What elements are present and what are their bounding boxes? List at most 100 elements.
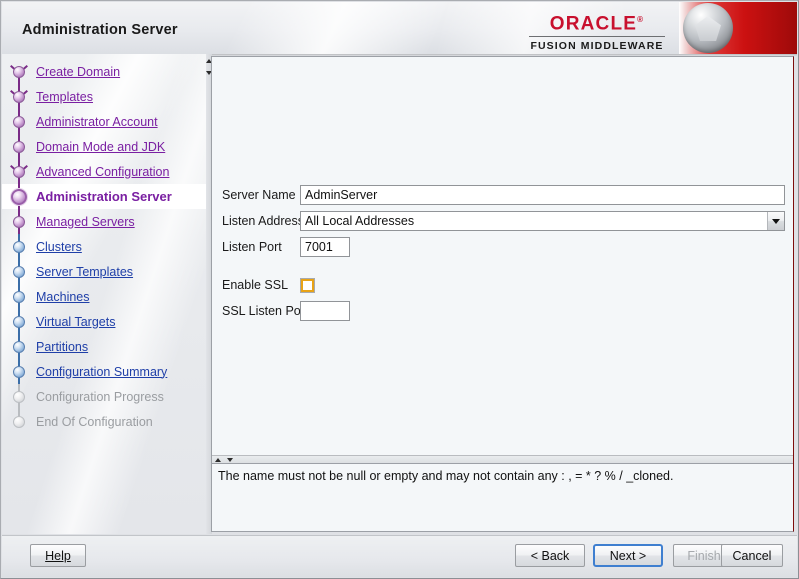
page-title: Administration Server	[22, 22, 178, 38]
sidebar-item-machines[interactable]: Machines	[2, 284, 206, 309]
step-connector	[2, 334, 36, 359]
form-area: Server Name Listen Address All Local Add…	[212, 57, 793, 455]
step-node-active-icon	[11, 189, 27, 205]
next-button[interactable]: Next >	[593, 544, 663, 567]
step-node-icon	[13, 241, 25, 253]
sidebar-item-configuration-progress: Configuration Progress	[2, 384, 206, 409]
next-button-label: Next >	[609, 548, 647, 563]
chevron-down-icon	[772, 218, 780, 224]
step-node-icon	[13, 391, 25, 403]
admin-server-form: Server Name Listen Address All Local Add…	[222, 182, 785, 324]
sidebar-item-label: Advanced Configuration	[36, 164, 170, 179]
ssl-listen-port-row: SSL Listen Port	[222, 298, 785, 324]
server-name-input[interactable]	[300, 185, 785, 205]
step-node-icon	[13, 291, 25, 303]
sidebar-item-label: Server Templates	[36, 264, 134, 279]
listen-address-dropdown-button[interactable]	[767, 212, 784, 230]
listen-address-value: All Local Addresses	[305, 214, 415, 228]
sidebar-item-virtual-targets[interactable]: Virtual Targets	[2, 309, 206, 334]
hint-arrow-down-icon[interactable]	[227, 458, 233, 462]
server-name-row: Server Name	[222, 182, 785, 208]
step-node-icon	[13, 141, 25, 153]
hint-message: The name must not be null or empty and m…	[218, 469, 674, 483]
ssl-listen-port-label: SSL Listen Port	[222, 304, 309, 318]
step-connector	[2, 184, 36, 209]
back-button-label: < Back	[530, 548, 570, 563]
step-node-icon	[13, 316, 25, 328]
help-button[interactable]: Help	[30, 544, 86, 567]
listen-port-row: Listen Port	[222, 234, 785, 260]
enable-ssl-row: Enable SSL	[222, 272, 785, 298]
step-connector	[2, 359, 36, 384]
step-connector	[2, 234, 36, 259]
sidebar-item-server-templates[interactable]: Server Templates	[2, 259, 206, 284]
sidebar-item-partitions[interactable]: Partitions	[2, 334, 206, 359]
ssl-listen-port-input[interactable]	[300, 301, 350, 321]
step-connector	[2, 109, 36, 134]
sidebar-item-label: Virtual Targets	[36, 314, 116, 329]
sidebar-item-domain-mode-and-jdk[interactable]: Domain Mode and JDK	[2, 134, 206, 159]
horizontal-splitter[interactable]	[212, 455, 793, 463]
step-connector	[2, 59, 36, 84]
logo-divider	[529, 36, 665, 38]
sidebar-item-label: Managed Servers	[36, 214, 135, 229]
sidebar-item-label: Administrator Account	[36, 114, 158, 129]
sphere-icon	[683, 3, 733, 53]
step-node-icon	[13, 66, 25, 78]
sidebar-item-label: Administration Server	[36, 189, 172, 204]
wizard-steps-sidebar: Create Domain Templates Administrator Acco…	[2, 54, 206, 534]
cancel-button-label: Cancel	[732, 548, 772, 563]
hint-arrow-up-icon[interactable]	[215, 458, 221, 462]
window-header: Administration Server ORACLE® FUSION MID…	[2, 2, 797, 54]
step-node-icon	[13, 166, 25, 178]
sidebar-item-label: Create Domain	[36, 64, 121, 79]
sidebar-item-configuration-summary[interactable]: Configuration Summary	[2, 359, 206, 384]
sidebar-item-administration-server: Administration Server	[2, 184, 206, 209]
wizard-button-bar: Help < Back Next > Finish Cancel	[2, 535, 797, 577]
pentagon-icon	[695, 16, 721, 41]
step-connector	[2, 309, 36, 334]
sidebar-item-templates[interactable]: Templates	[2, 84, 206, 109]
sidebar-item-clusters[interactable]: Clusters	[2, 234, 206, 259]
hint-panel: The name must not be null or empty and m…	[212, 463, 793, 531]
listen-address-label: Listen Address	[222, 214, 304, 228]
product-name: FUSION MIDDLEWARE	[530, 40, 664, 53]
step-connector	[2, 209, 36, 234]
help-button-label: Help	[45, 548, 71, 563]
step-connector	[2, 284, 36, 309]
enable-ssl-label: Enable SSL	[222, 278, 289, 292]
finish-button-label: Finish	[687, 548, 721, 563]
cancel-button[interactable]: Cancel	[721, 544, 783, 567]
oracle-logo: ORACLE® FUSION MIDDLEWARE	[527, 10, 667, 52]
sidebar-item-create-domain[interactable]: Create Domain	[2, 59, 206, 84]
step-connector	[2, 159, 36, 184]
step-node-icon	[13, 116, 25, 128]
sidebar-item-label: Templates	[36, 89, 93, 104]
main-content-panel: Server Name Listen Address All Local Add…	[211, 56, 794, 532]
listen-port-label: Listen Port	[222, 240, 282, 254]
step-node-icon	[13, 341, 25, 353]
step-node-icon	[13, 416, 25, 428]
step-connector	[2, 84, 36, 109]
step-connector	[2, 134, 36, 159]
step-node-icon	[13, 366, 25, 378]
sidebar-item-managed-servers[interactable]: Managed Servers	[2, 209, 206, 234]
server-name-label: Server Name	[222, 188, 296, 202]
fusion-middleware-badge-icon	[679, 2, 797, 54]
listen-port-input[interactable]	[300, 237, 350, 257]
step-connector	[2, 384, 36, 409]
sidebar-item-administrator-account[interactable]: Administrator Account	[2, 109, 206, 134]
sidebar-item-label: Partitions	[36, 339, 89, 354]
step-node-icon	[13, 91, 25, 103]
sidebar-item-label: Configuration Summary	[36, 364, 168, 379]
sidebar-item-label: Domain Mode and JDK	[36, 139, 166, 154]
sidebar-item-advanced-configuration[interactable]: Advanced Configuration	[2, 159, 206, 184]
listen-address-select[interactable]: All Local Addresses	[300, 211, 785, 231]
sidebar-item-label: Machines	[36, 289, 90, 304]
step-connector	[2, 409, 36, 434]
enable-ssl-checkbox[interactable]	[301, 278, 314, 292]
sidebar-item-label: End Of Configuration	[36, 414, 153, 429]
configuration-wizard-window: Administration Server ORACLE® FUSION MID…	[0, 0, 799, 579]
sidebar-item-label: Clusters	[36, 239, 82, 254]
back-button[interactable]: < Back	[515, 544, 585, 567]
